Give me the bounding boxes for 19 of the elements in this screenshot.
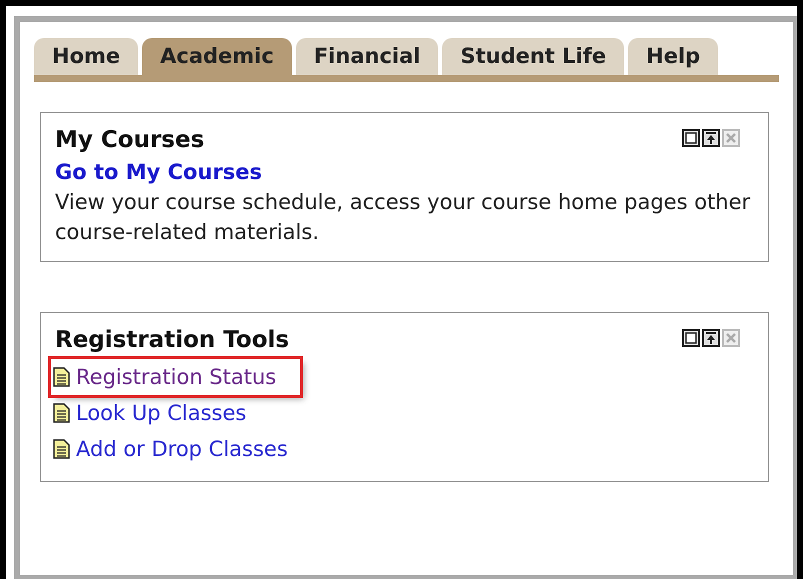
restore-icon[interactable] <box>682 129 700 147</box>
move-up-icon[interactable] <box>702 129 720 147</box>
nav-tab[interactable]: Financial <box>296 38 438 75</box>
document-icon <box>53 439 70 459</box>
document-icon <box>53 367 70 387</box>
nav-tab[interactable]: Help <box>628 38 718 75</box>
nav-tab[interactable]: Home <box>34 38 138 75</box>
panel-title: Registration Tools <box>55 326 290 355</box>
registration-link[interactable]: Registration Status <box>51 359 300 395</box>
panel-description: View your course schedule, access your course home pages other course-related materials. <box>55 189 752 246</box>
registration-link[interactable]: Look Up Classes <box>51 395 248 431</box>
my-courses-link[interactable]: Go to My Courses <box>55 157 262 187</box>
nav-tab[interactable]: Academic <box>142 38 292 75</box>
restore-icon[interactable] <box>682 329 700 347</box>
registration-link[interactable]: Add or Drop Classes <box>51 431 290 467</box>
document-icon <box>53 403 70 423</box>
panel-title: My Courses <box>55 126 204 155</box>
move-up-icon[interactable] <box>702 329 720 347</box>
nav-tab[interactable]: Student Life <box>442 38 624 75</box>
